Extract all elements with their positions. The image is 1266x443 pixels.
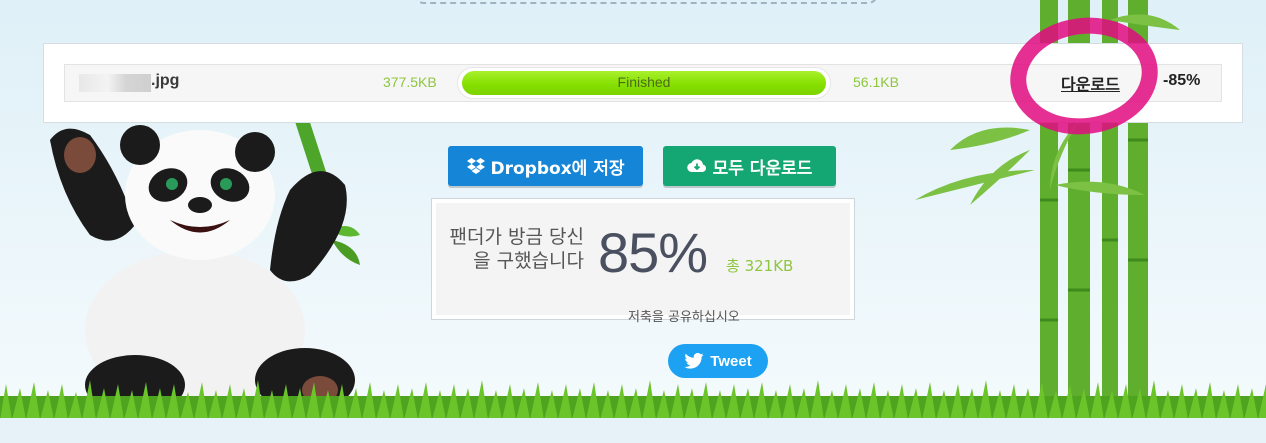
compressed-size: 56.1KB bbox=[853, 74, 899, 90]
share-prompt: 저축을 공유하십시오 bbox=[628, 310, 740, 325]
save-to-dropbox-label: Dropbox에 저장 bbox=[490, 158, 625, 179]
tweet-button[interactable]: Tweet bbox=[668, 344, 768, 378]
download-all-label: 모두 다운로드 bbox=[712, 158, 813, 179]
grass-illustration bbox=[0, 380, 1266, 420]
cloud-download-icon bbox=[686, 159, 706, 173]
savings-total-size: 총 321KB bbox=[726, 257, 794, 275]
upload-dropzone[interactable] bbox=[414, 0, 878, 4]
ground-strip bbox=[0, 418, 1266, 443]
savings-percent: -85% bbox=[1163, 72, 1201, 89]
original-size: 377.5KB bbox=[383, 74, 437, 90]
twitter-bird-icon bbox=[684, 353, 704, 369]
progress-status-label: Finished bbox=[617, 74, 671, 90]
panda-mascot-illustration bbox=[50, 103, 360, 415]
tweet-label: Tweet bbox=[710, 352, 752, 370]
savings-summary-box: 팬더가 방금 당신을 구했습니다 85% 총 321KB bbox=[431, 198, 855, 320]
savings-total-percent: 85% bbox=[598, 221, 708, 284]
dropbox-icon bbox=[466, 158, 485, 174]
save-to-dropbox-button[interactable]: Dropbox에 저장 bbox=[448, 146, 643, 186]
progress-bar: Finished bbox=[457, 67, 831, 99]
savings-message: 팬더가 방금 당신을 구했습니다 bbox=[449, 226, 584, 272]
download-all-button[interactable]: 모두 다운로드 bbox=[663, 146, 836, 186]
savings-summary-inner: 팬더가 방금 당신을 구했습니다 85% 총 321KB bbox=[436, 203, 850, 315]
file-name-extension: .jpg bbox=[151, 72, 180, 89]
file-name-redacted bbox=[79, 74, 151, 92]
